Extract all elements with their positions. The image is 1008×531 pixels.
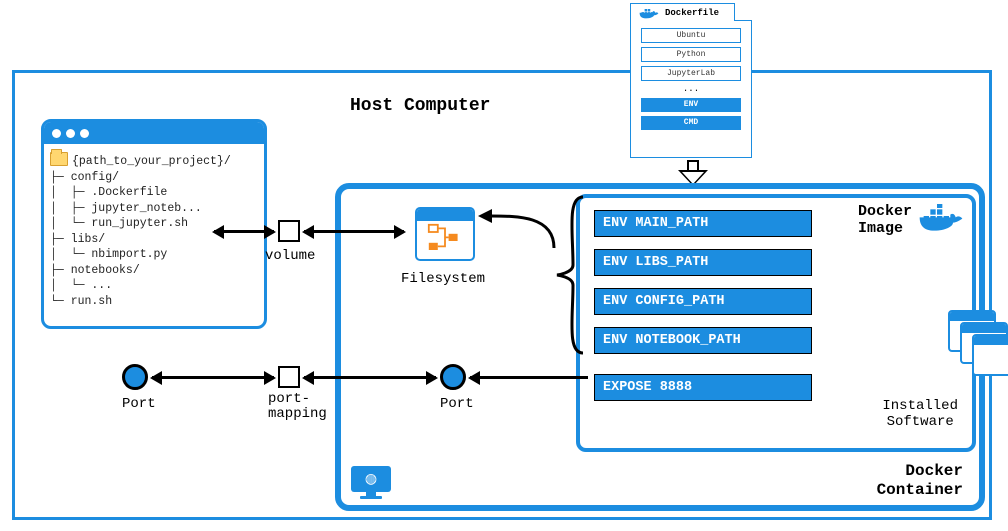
env-row: ENV MAIN_PATH <box>594 210 812 237</box>
host-label: Host Computer <box>350 96 490 116</box>
dockerfile-row: Ubuntu <box>641 28 741 43</box>
tree-line: │ ├─ jupyter_noteb... <box>50 202 202 215</box>
port-icon <box>440 364 466 390</box>
dockerfile-row: Python <box>641 47 741 62</box>
image-label-line: Image <box>858 220 903 237</box>
docker-whale-icon <box>639 6 659 22</box>
docker-whale-icon <box>918 204 964 236</box>
bi-arrow-icon <box>214 230 274 233</box>
bi-arrow-icon <box>304 376 436 379</box>
port-label: Port <box>440 396 474 412</box>
expose-row: EXPOSE 8888 <box>594 374 812 401</box>
curved-arrow-icon <box>478 206 558 266</box>
env-row: ENV LIBS_PATH <box>594 249 812 276</box>
tree-line: │ └─ ... <box>50 279 112 292</box>
host-filesystem-window: {path_to_your_project}/ ├─ config/ │ ├─ … <box>41 119 267 329</box>
bi-arrow-icon <box>152 376 274 379</box>
label-line: Software <box>887 414 954 430</box>
tree-line: ├─ config/ <box>50 171 119 184</box>
dockerfile-row: JupyterLab <box>641 66 741 81</box>
window-dot-icon <box>80 129 89 138</box>
docker-container-box: Docker Container ◍ Filesystem Docker Ima… <box>335 183 985 511</box>
folder-icon <box>50 152 68 166</box>
curly-brace-icon <box>555 195 585 355</box>
tree-line: │ └─ nbimport.py <box>50 248 167 261</box>
port-icon <box>122 364 148 390</box>
container-label: Docker Container <box>877 462 963 499</box>
tree-line: ├─ libs/ <box>50 233 105 246</box>
window-dot-icon <box>52 129 61 138</box>
tree-root: {path_to_your_project}/ <box>72 155 231 168</box>
label-line: mapping <box>268 406 327 422</box>
filesystem-icon <box>415 207 475 261</box>
label-line: port- <box>268 391 310 407</box>
installed-software-label: Installed Software <box>882 398 958 430</box>
image-label: Docker Image <box>858 204 912 237</box>
tree-line: ├─ notebooks/ <box>50 264 140 277</box>
env-row: ENV NOTEBOOK_PATH <box>594 327 812 354</box>
bi-arrow-icon <box>304 230 404 233</box>
container-label-line: Docker <box>905 462 963 480</box>
dockerfile-title: Dockerfile <box>665 8 719 18</box>
filesystem-label: Filesystem <box>401 271 485 287</box>
dockerfile-env-row: ENV <box>641 98 741 112</box>
port-label: Port <box>122 396 156 412</box>
window-dot-icon <box>66 129 75 138</box>
tree-line: │ └─ run_jupyter.sh <box>50 217 188 230</box>
left-arrow-icon <box>470 376 588 379</box>
dockerfile-cmd-row: CMD <box>641 116 741 130</box>
dockerfile-ellipsis: ... <box>641 85 741 95</box>
env-row: ENV CONFIG_PATH <box>594 288 812 315</box>
dockerfile-document: Dockerfile Ubuntu Python JupyterLab ... … <box>630 3 752 158</box>
container-label-line: Container <box>877 481 963 499</box>
tree-line: │ ├─ .Dockerfile <box>50 186 167 199</box>
volume-mount-node <box>278 220 300 242</box>
computer-icon: ◍ <box>351 466 391 500</box>
port-mapping-node <box>278 366 300 388</box>
volume-label: volume <box>265 248 315 264</box>
window-titlebar <box>44 122 264 144</box>
image-label-line: Docker <box>858 203 912 220</box>
tree-line: └─ run.sh <box>50 295 112 308</box>
docker-image-box: Docker Image ENV MAIN_PATH ENV LIBS_PATH… <box>576 194 976 452</box>
label-line: Installed <box>882 398 958 414</box>
page-fold-icon <box>734 3 752 21</box>
port-mapping-label: port- mapping <box>268 392 327 423</box>
